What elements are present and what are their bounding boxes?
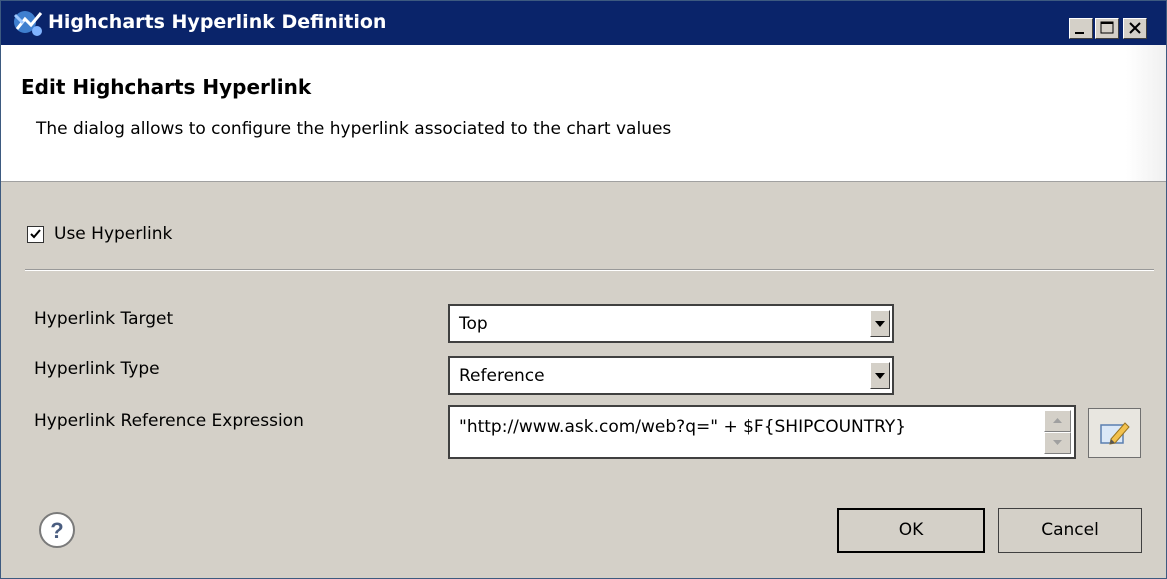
hyperlink-expression-value: "http://www.ask.com/web?q=" + $F{SHIPCOU… (459, 417, 907, 437)
expression-scrollbar[interactable] (1044, 410, 1071, 454)
chevron-down-icon (1053, 440, 1062, 445)
dialog-window: Highcharts Hyperlink Definition Edit Hig… (0, 0, 1167, 579)
use-hyperlink-label[interactable]: Use Hyperlink (54, 224, 172, 244)
separator (25, 269, 1154, 271)
chevron-down-icon (875, 373, 885, 379)
hyperlink-type-label: Hyperlink Type (34, 359, 160, 379)
close-button[interactable] (1123, 18, 1147, 39)
hyperlink-type-select[interactable]: Reference (448, 356, 894, 395)
dialog-header: Edit Highcharts Hyperlink The dialog all… (1, 45, 1166, 182)
cancel-button[interactable]: Cancel (998, 508, 1142, 553)
ok-button-label: OK (898, 520, 924, 540)
hyperlink-target-label: Hyperlink Target (34, 309, 174, 329)
header-banner-shade (1126, 45, 1166, 181)
highcharts-icon (11, 7, 45, 39)
minimize-icon (1075, 32, 1084, 34)
edit-expression-button[interactable] (1088, 408, 1141, 458)
title-bar[interactable]: Highcharts Hyperlink Definition (1, 1, 1166, 45)
minimize-button[interactable] (1069, 18, 1093, 39)
scroll-up-button[interactable] (1044, 410, 1071, 432)
header-description: The dialog allows to configure the hyper… (36, 119, 672, 139)
hyperlink-type-value: Reference (459, 366, 545, 386)
header-title: Edit Highcharts Hyperlink (21, 75, 312, 99)
hyperlink-target-value: Top (459, 314, 488, 334)
cancel-button-label: Cancel (1041, 520, 1099, 540)
window-title: Highcharts Hyperlink Definition (48, 11, 387, 33)
scroll-down-button[interactable] (1044, 432, 1071, 454)
hyperlink-target-dropdown-button[interactable] (870, 310, 890, 337)
checkmark-icon (30, 229, 41, 239)
close-icon (1129, 22, 1141, 34)
help-button[interactable]: ? (38, 511, 76, 549)
hyperlink-expression-input[interactable]: "http://www.ask.com/web?q=" + $F{SHIPCOU… (448, 405, 1076, 459)
maximize-button[interactable] (1095, 18, 1119, 39)
help-icon-glyph: ? (50, 518, 63, 543)
help-icon: ? (39, 512, 75, 548)
hyperlink-type-dropdown-button[interactable] (870, 362, 890, 389)
ok-button[interactable]: OK (837, 508, 985, 553)
chevron-up-icon (1053, 418, 1062, 423)
hyperlink-expression-label: Hyperlink Reference Expression (34, 411, 304, 431)
pencil-edit-icon (1100, 422, 1130, 445)
maximize-icon (1100, 21, 1114, 34)
use-hyperlink-checkbox[interactable] (27, 226, 44, 243)
chevron-down-icon (875, 321, 885, 327)
hyperlink-target-select[interactable]: Top (448, 304, 894, 343)
